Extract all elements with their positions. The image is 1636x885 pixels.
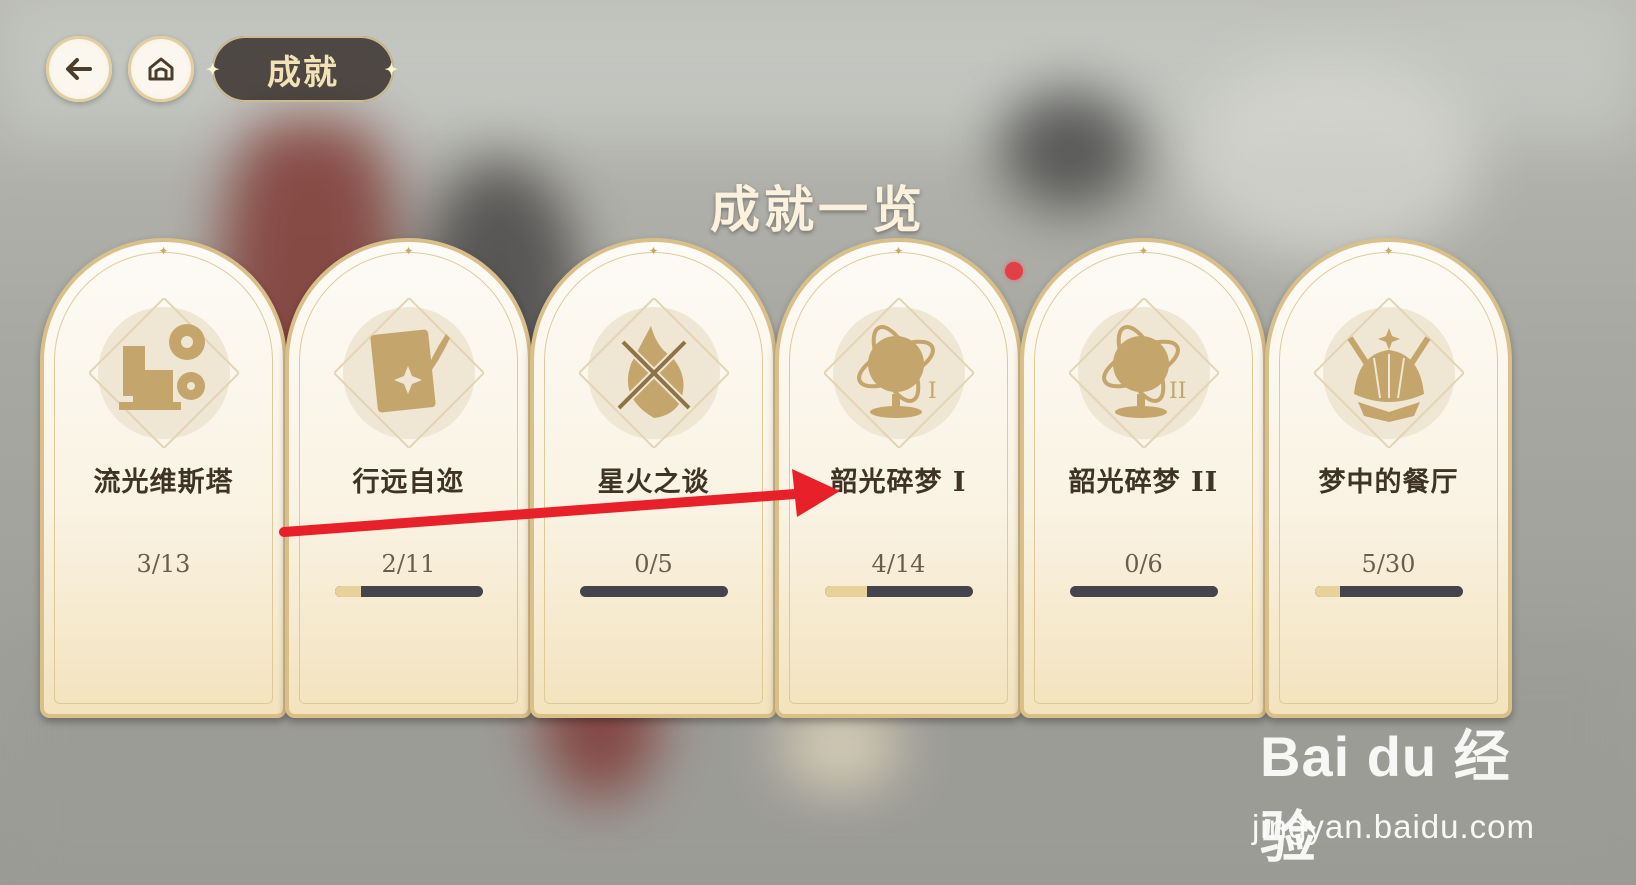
watermark-logo: Bai du 经验 <box>1260 725 1511 869</box>
watermark-url: jingyan.baidu.com <box>1252 808 1535 845</box>
baidu-watermark: Bai du 经验 jingyan.baidu.com <box>1252 700 1560 869</box>
